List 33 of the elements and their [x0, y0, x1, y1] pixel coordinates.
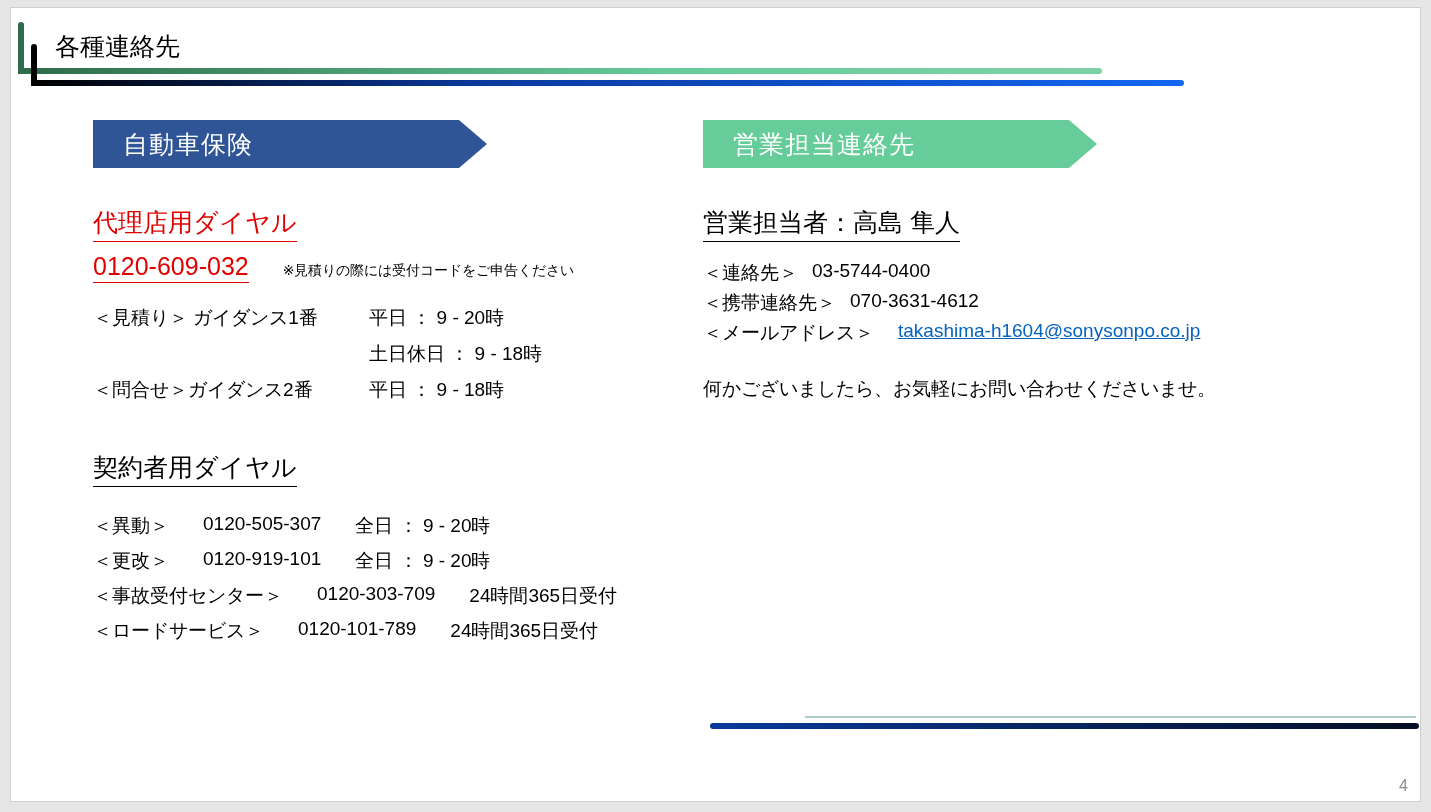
phone-number: 0120-303-709: [317, 583, 436, 606]
phone-number: 0120-609-032: [93, 252, 249, 283]
contact-label: ＜携帯連絡先＞: [703, 291, 836, 315]
hours-text: 平日 ： 9 - 18時: [369, 378, 506, 402]
line-label: ＜更改＞: [93, 549, 169, 573]
phone-number: 0120-919-101: [203, 548, 322, 571]
sales-rep-heading: 営業担当者：高島 隼人: [703, 206, 960, 242]
menu-label: ＜見積り＞ ガイダンス1番: [93, 306, 319, 330]
hours-text: 全日 ： 9 - 20時: [355, 549, 491, 573]
page-number: 4: [1399, 777, 1408, 795]
phone-number: 03-5744-0400: [812, 260, 931, 283]
line-label: ＜ロードサービス＞: [93, 619, 264, 643]
menu-label: ＜問合せ＞ガイダンス2番: [93, 378, 314, 402]
phone-number: 0120-505-307: [203, 513, 322, 536]
section-banner: 自動車保険: [93, 120, 487, 168]
hours-text: 24時間365日受付: [469, 584, 618, 608]
section-heading: 契約者用ダイヤル: [93, 451, 297, 487]
section-heading: 代理店用ダイヤル: [93, 206, 297, 242]
phone-number: 070-3631-4612: [850, 290, 979, 313]
line-label: ＜事故受付センター＞: [93, 584, 283, 608]
hours-text: 24時間365日受付: [450, 619, 599, 643]
slide-title: 各種連絡先: [55, 32, 180, 60]
phone-number: 0120-101-789: [298, 618, 417, 641]
hours-text: 平日 ： 9 - 20時: [369, 306, 506, 330]
contact-label: ＜連絡先＞: [703, 261, 798, 285]
closing-message: 何かございましたら、お気軽にお問い合わせくださいませ。: [703, 377, 1217, 401]
section-banner: 営業担当連絡先: [703, 120, 1097, 168]
hours-text: 土日休日 ： 9 - 18時: [369, 342, 544, 366]
email-link[interactable]: takashima-h1604@sonysonpo.co.jp: [898, 320, 1201, 346]
line-label: ＜異動＞: [93, 514, 169, 538]
note-text: ※見積りの際には受付コードをご申告ください: [282, 262, 575, 280]
hours-text: 全日 ： 9 - 20時: [355, 514, 491, 538]
contact-label: ＜メールアドレス＞: [703, 321, 874, 345]
